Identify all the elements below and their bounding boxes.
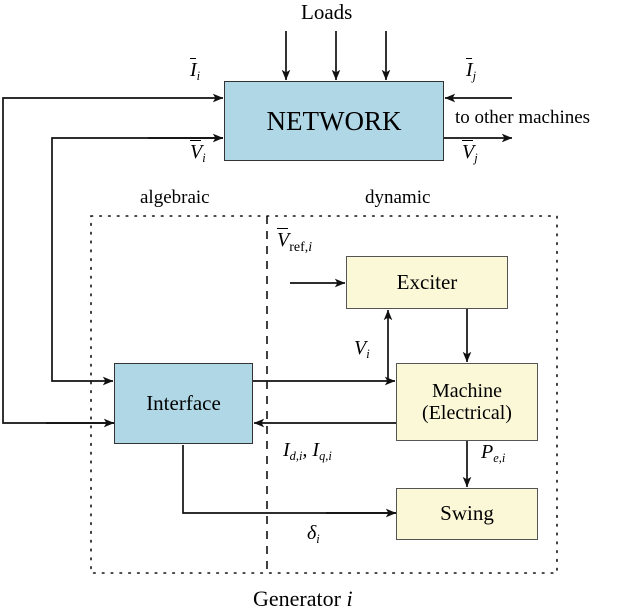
system-block-diagram: NETWORK Interface Exciter Machine (Elect…: [0, 0, 640, 616]
signal-label-electrical-power: Pe,i: [481, 441, 506, 466]
generator-caption-text: Generator: [253, 586, 347, 611]
wire-network-to-interface-voltage: [51, 137, 223, 386]
machine-block-label-line2: (Electrical): [422, 402, 512, 424]
network-block[interactable]: NETWORK: [224, 81, 444, 161]
generator-index: i: [346, 586, 353, 611]
signal-label-voltage-i: Vi: [190, 140, 206, 166]
loads-label: Loads: [301, 0, 353, 24]
to-other-machines-label: to other machines: [455, 107, 591, 128]
exciter-block-label: Exciter: [396, 269, 458, 294]
signal-label-current-j: Ij: [466, 58, 477, 84]
signal-label-rotor-angle: δi: [307, 522, 320, 547]
signal-label-vref: Vref,i: [277, 228, 313, 255]
signal-label-terminal-voltage: Vi: [354, 337, 370, 362]
swing-block[interactable]: Swing: [396, 488, 538, 540]
machine-block[interactable]: Machine (Electrical): [396, 363, 538, 441]
interface-block[interactable]: Interface: [114, 363, 253, 444]
swing-block-label: Swing: [440, 501, 494, 526]
network-block-label: NETWORK: [266, 105, 402, 136]
dynamic-label: dynamic: [365, 187, 431, 208]
signal-label-current-i: Ii: [190, 58, 201, 84]
algebraic-label: algebraic: [140, 187, 210, 208]
interface-block-label: Interface: [146, 390, 221, 415]
signal-label-dq-currents: Id,i, Iq,i: [283, 439, 332, 464]
exciter-block[interactable]: Exciter: [346, 256, 508, 309]
machine-block-label-line1: Machine: [432, 379, 502, 402]
signal-label-voltage-j: Vj: [462, 140, 478, 166]
generator-caption: Generator i: [253, 588, 353, 610]
